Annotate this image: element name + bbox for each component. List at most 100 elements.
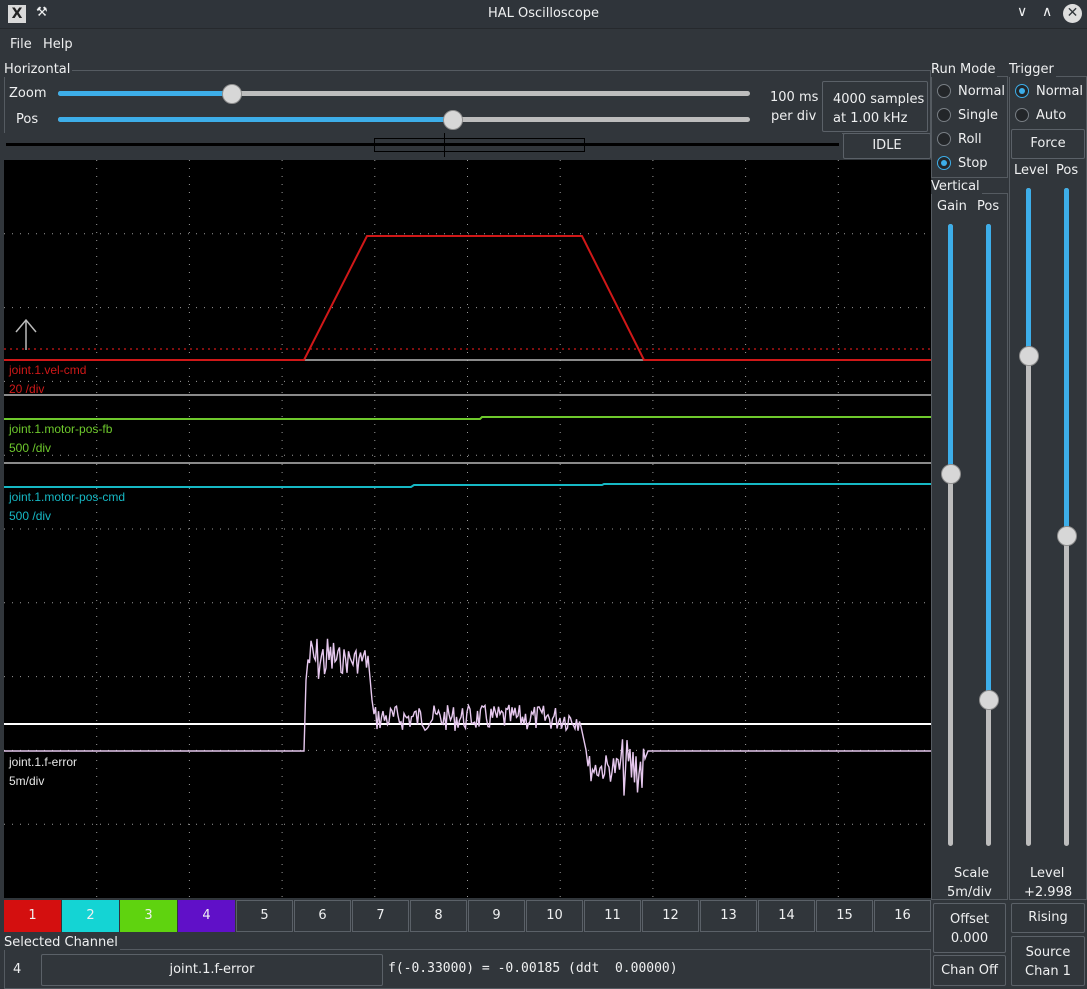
trigger-pos-fill	[1064, 188, 1069, 536]
trace-scale-motor-pos-cmd: 500 /div	[9, 509, 51, 523]
trigger-level-handle[interactable]	[1019, 346, 1039, 366]
trigger-source-line1: Source	[1025, 945, 1071, 960]
channel-button-4[interactable]: 4	[178, 900, 235, 932]
close-icon[interactable]: ✕	[1063, 4, 1082, 23]
trigger-marker	[4, 318, 931, 350]
trigger-normal[interactable]: Normal	[1015, 84, 1085, 102]
selected-channel-name-button[interactable]: joint.1.f-error	[41, 954, 383, 986]
selected-channel-readout: f(-0.33000) = -0.00185 (ddt 0.00000)	[388, 961, 678, 976]
radio-icon	[1015, 108, 1029, 122]
trace-label-motor-pos-fb: joint.1.motor-pos-fb	[8, 422, 113, 436]
vertical-pos-slider[interactable]	[979, 224, 999, 846]
trigger-level-label: Level	[1014, 163, 1049, 178]
trace-vel-cmd	[4, 235, 931, 361]
trigger-pos-handle[interactable]	[1057, 526, 1077, 546]
window-title: HAL Oscilloscope	[487, 6, 600, 21]
samples-box[interactable]: 4000 samples at 1.00 kHz	[822, 81, 928, 132]
channel-button-8[interactable]: 8	[410, 900, 467, 932]
minimize-icon[interactable]: ∨	[1017, 4, 1027, 20]
trigger-source-button[interactable]: Source Chan 1	[1011, 936, 1085, 986]
trigger-auto[interactable]: Auto	[1015, 108, 1085, 126]
maximize-icon[interactable]: ∧	[1042, 4, 1052, 20]
trigger-edge-button[interactable]: Rising	[1011, 903, 1085, 933]
zoom-slider-fill	[58, 91, 232, 96]
trigger-pos-slider[interactable]	[1057, 188, 1077, 846]
trigger-auto-label: Auto	[1036, 108, 1067, 123]
trigger-level-caption: Level	[1030, 866, 1065, 881]
trace-baselines	[4, 359, 931, 725]
record-window[interactable]	[374, 138, 585, 152]
title-bar: X ⚒ HAL Oscilloscope ∨ ∧ ✕	[0, 0, 1087, 29]
trigger-normal-label: Normal	[1036, 84, 1084, 99]
trace-scale-motor-pos-fb: 500 /div	[9, 441, 51, 455]
trigger-label: Trigger	[1009, 62, 1056, 77]
run-mode-single[interactable]: Single	[937, 108, 1007, 126]
vertical-pos-fill	[986, 224, 991, 700]
trigger-level-fill	[1026, 188, 1031, 354]
channel-button-9[interactable]: 9	[468, 900, 525, 932]
channel-button-6[interactable]: 6	[294, 900, 351, 932]
trigger-source-line2: Chan 1	[1025, 964, 1071, 979]
channel-button-5[interactable]: 5	[236, 900, 293, 932]
vertical-pos-label: Pos	[977, 199, 1000, 214]
samples-line1: 4000 samples	[833, 92, 925, 107]
pos-label: Pos	[16, 112, 39, 127]
channel-button-10[interactable]: 10	[526, 900, 583, 932]
channel-button-1[interactable]: 1	[4, 900, 61, 932]
trigger-level-slider[interactable]	[1019, 188, 1039, 846]
scope-plot: joint.1.vel-cmd 20 /div joint.1.motor-po…	[4, 160, 931, 898]
record-cursor	[444, 133, 445, 157]
radio-selected-icon	[937, 156, 951, 170]
vertical-gain-fill	[948, 224, 953, 474]
run-mode-roll[interactable]: Roll	[937, 132, 1007, 150]
radio-icon	[937, 84, 951, 98]
trace-label-motor-pos-cmd: joint.1.motor-pos-cmd	[8, 490, 125, 504]
radio-icon	[937, 132, 951, 146]
channel-button-12[interactable]: 12	[642, 900, 699, 932]
radio-icon	[937, 108, 951, 122]
vertical-gain-handle[interactable]	[941, 464, 961, 484]
channel-button-14[interactable]: 14	[758, 900, 815, 932]
channel-button-13[interactable]: 13	[700, 900, 757, 932]
horizontal-group-label: Horizontal	[4, 62, 73, 77]
run-mode-normal-label: Normal	[958, 84, 1006, 99]
vertical-scale-value: 5m/div	[947, 885, 992, 900]
run-mode-single-label: Single	[958, 108, 998, 123]
channel-button-2[interactable]: 2	[62, 900, 119, 932]
menu-help[interactable]: Help	[43, 37, 73, 52]
run-mode-stop-label: Stop	[958, 156, 988, 171]
radio-selected-icon	[1015, 84, 1029, 98]
channel-button-11[interactable]: 11	[584, 900, 641, 932]
trigger-level-reading: +2.998	[1024, 885, 1073, 900]
chan-off-button[interactable]: Chan Off	[933, 955, 1006, 986]
pos-slider[interactable]	[58, 110, 752, 130]
channel-button-15[interactable]: 15	[816, 900, 873, 932]
zoom-label: Zoom	[9, 86, 47, 101]
vertical-pos-handle[interactable]	[979, 690, 999, 710]
zoom-slider-handle[interactable]	[222, 84, 242, 104]
run-mode-roll-label: Roll	[958, 132, 982, 147]
menu-file[interactable]: File	[10, 37, 32, 52]
vertical-gain-slider[interactable]	[941, 224, 961, 846]
vertical-scale-label: Scale	[954, 866, 989, 881]
trace-f-error	[4, 638, 931, 796]
vertical-offset-value: 0.000	[950, 931, 989, 946]
vertical-offset-button[interactable]: Offset 0.000	[933, 903, 1006, 953]
run-mode-normal[interactable]: Normal	[937, 84, 1007, 102]
channel-button-7[interactable]: 7	[352, 900, 409, 932]
samples-line2: at 1.00 kHz	[833, 111, 908, 126]
channel-button-3[interactable]: 3	[120, 900, 177, 932]
run-mode-stop[interactable]: Stop	[937, 156, 1007, 174]
trigger-pos-label: Pos	[1056, 163, 1079, 178]
pos-slider-fill	[58, 117, 453, 122]
scope-display[interactable]: joint.1.vel-cmd 20 /div joint.1.motor-po…	[4, 160, 931, 898]
pos-slider-handle[interactable]	[443, 110, 463, 130]
channel-button-16[interactable]: 16	[874, 900, 931, 932]
menu-bar: File Help	[0, 29, 1087, 59]
zoom-slider[interactable]	[58, 84, 752, 104]
trace-scale-f-error: 5m/div	[9, 774, 44, 788]
force-button[interactable]: Force	[1011, 129, 1085, 159]
selected-channel-label: Selected Channel	[4, 935, 120, 950]
rate-line2: per div	[771, 109, 817, 124]
trace-label-vel-cmd: joint.1.vel-cmd	[8, 363, 86, 377]
